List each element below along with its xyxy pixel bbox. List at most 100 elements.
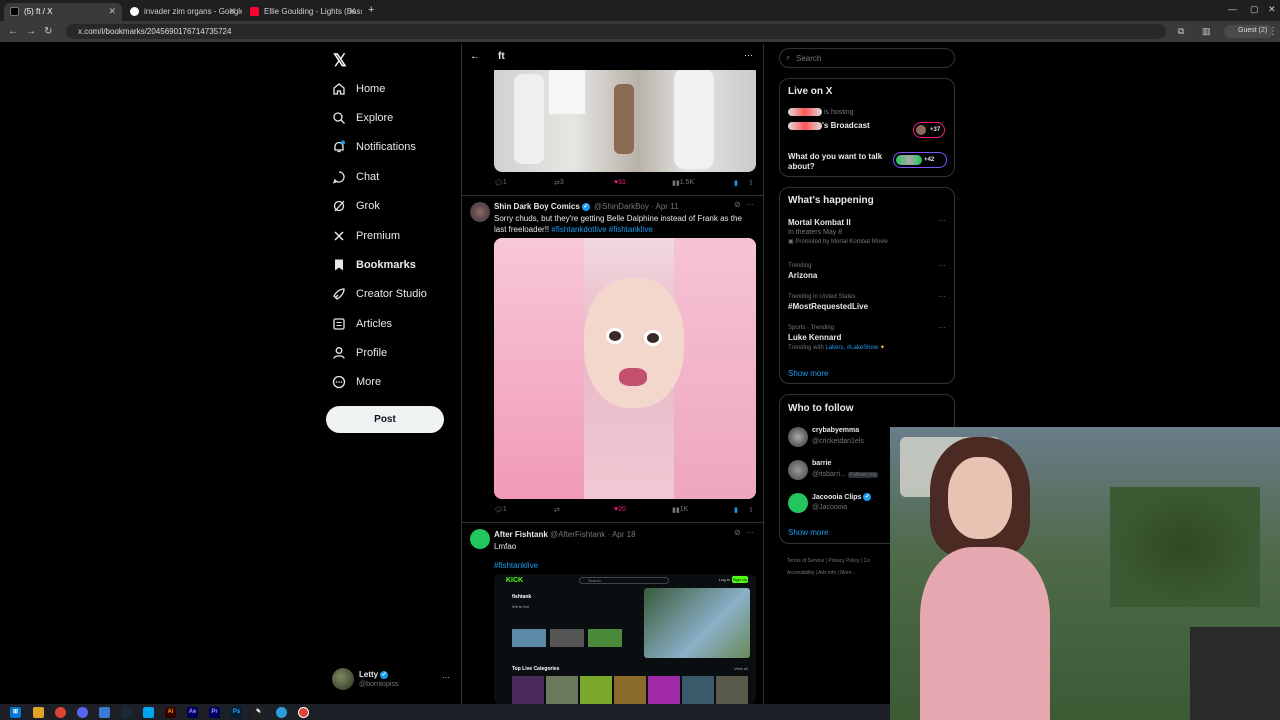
post-author[interactable]: Shin Dark Boy Comics [494,202,580,211]
post-image-embed[interactable]: KICK Search Log in Sign Up fishtank We'r… [494,574,756,704]
more-dots-icon[interactable]: ··· [938,292,946,301]
reply-button[interactable]: 💬︎ 1 [494,179,507,187]
reload-icon[interactable]: ↻ [44,26,52,37]
more-dots-icon[interactable]: ··· [746,200,754,209]
embed-section-title: Top Live Categories [512,666,560,672]
footer-link[interactable]: Ads info [818,570,836,576]
close-tab-icon[interactable]: ✕ [228,6,236,17]
discord-icon[interactable] [77,707,88,718]
tab-youtube[interactable]: Ellie Goulding - Lights (Bassno ✕ [244,3,362,21]
search-input[interactable]: ⌕ Search [779,48,955,68]
tab-google[interactable]: invader zim organs - Google S ✕ [124,3,242,21]
views-button[interactable]: ▮▮ 1K [672,506,688,514]
bookmark-icon[interactable]: ▮ [734,506,738,514]
footer-link[interactable]: More ... [840,570,857,576]
post-image[interactable] [494,64,756,172]
steam-icon[interactable] [121,707,132,718]
tab-x[interactable]: (5) ft / X ✕ [4,3,122,21]
follow-user-item[interactable]: barrie @itsbarri... Follows you [788,460,898,482]
reply-button[interactable]: 💬︎ 1 [494,506,507,514]
forward-icon[interactable]: → [26,26,36,37]
post-button[interactable]: Post [326,406,444,433]
like-button[interactable]: ♥ 31 [614,179,626,186]
more-dots-icon[interactable]: ··· [746,528,754,537]
after-effects-icon[interactable]: Ae [187,707,198,718]
follow-user-item[interactable]: Jacoooia Clips ✓ @Jacoooia [788,493,898,515]
trend-item[interactable]: Mortal Kombat II In theaters May 8 ▣ Pro… [788,218,948,245]
account-switcher[interactable]: Letty ✓ @borntopiss ··· [332,668,452,692]
install-icon[interactable]: ⧉ [1178,26,1184,37]
profile-button[interactable]: Guest (2) [1224,25,1274,38]
x-logo-icon[interactable]: 𝕏 [333,51,347,71]
avatar [788,427,808,447]
more-dots-icon[interactable]: ··· [938,216,946,225]
close-tab-icon[interactable]: ✕ [348,6,356,17]
trend-item[interactable]: Trending in United States #MostRequested… [788,294,948,311]
back-icon[interactable]: ← [8,26,18,37]
more-dots-icon[interactable]: ··· [442,673,450,682]
post-image[interactable] [494,238,756,499]
grok-icon[interactable]: ⊘ [734,528,741,537]
post-author[interactable]: After Fishtank [494,530,548,539]
views-button[interactable]: ▮▮ 1.5K [672,179,694,187]
pen-icon[interactable]: ✎ [253,707,264,718]
bookmark-icon[interactable]: ▮ [734,179,738,187]
footer-link[interactable]: Terms of Service [787,558,824,564]
url-field[interactable]: x.com/i/bookmarks/2045690176714735724 [66,24,1166,39]
sidepanel-icon[interactable]: ▥ [1202,26,1211,37]
hashtag-link[interactable]: #fishtanklive [609,225,653,234]
show-more-link[interactable]: Show more [788,528,828,537]
close-tab-icon[interactable]: ✕ [108,6,116,17]
live-listeners-badge[interactable]: +42 [893,152,947,168]
post-handle[interactable]: @AfterFishtank · Apr 18 [550,530,636,539]
windows-icon[interactable]: ⊞ [10,707,21,718]
avatar[interactable] [470,529,490,549]
more-dots-icon[interactable]: ··· [938,261,946,270]
post-handle[interactable]: @ShinDarkBoy · Apr 11 [594,202,678,211]
chrome2-icon[interactable] [298,707,309,718]
maximize-icon[interactable]: ▢ [1250,4,1259,15]
footer-link[interactable]: Co [864,558,870,564]
repost-button[interactable]: ⇄ [554,506,560,514]
minimize-icon[interactable]: — [1228,4,1237,14]
live-question[interactable]: What do you want to talk about? [788,152,888,172]
live-host-row[interactable]: is hosting [788,108,854,116]
live-listeners-badge[interactable]: +37 [913,122,945,138]
new-tab-icon[interactable]: + [368,4,374,16]
follow-user-item[interactable]: crybabyemma @cricketdan1els [788,427,898,449]
menu-icon[interactable]: ⋮ [1268,26,1278,37]
person-figure [614,84,634,154]
sidebar-item-label: More [356,376,382,388]
trend-item[interactable]: Sports · Trending Luke Kennard Trending … [788,325,948,351]
premiere-icon[interactable]: Pr [209,707,220,718]
repost-button[interactable]: ⇄ 3 [554,179,564,187]
file-explorer-icon[interactable] [33,707,44,718]
app-icon[interactable] [99,707,110,718]
app2-icon[interactable] [143,707,154,718]
more-dots-icon[interactable]: ··· [744,50,753,60]
share-icon[interactable]: ⇧ [748,506,754,514]
trend-name: Luke Kennard [788,333,842,342]
illustrator-icon[interactable]: Ai [165,707,176,718]
search-placeholder: Search [796,54,822,63]
hashtag-link[interactable]: #fishtankdotlive [551,225,606,234]
trend-item[interactable]: Trending Arizona [788,263,948,280]
footer-link[interactable]: Accessibility [787,570,814,576]
share-icon[interactable]: ⇧ [748,179,754,187]
webcam-overlay [890,427,1280,720]
close-window-icon[interactable]: ✕ [1268,4,1276,15]
person-icon [333,347,345,359]
photoshop-icon[interactable]: Ps [231,707,242,718]
footer-link[interactable]: Privacy Policy [828,558,859,564]
trend-tags[interactable]: Lakers, #LakeShow [825,345,878,351]
back-arrow-icon[interactable]: ← [470,51,480,62]
chrome-icon[interactable] [55,707,66,718]
hashtag-link[interactable]: #fishtanklive [494,560,538,571]
app3-icon[interactable] [276,707,287,718]
live-broadcast-title[interactable]: 's Broadcast [788,121,870,130]
avatar[interactable] [470,202,490,222]
like-button[interactable]: ♥ 20 [614,506,626,513]
show-more-link[interactable]: Show more [788,369,828,378]
grok-icon[interactable]: ⊘ [734,200,741,209]
more-dots-icon[interactable]: ··· [938,323,946,332]
